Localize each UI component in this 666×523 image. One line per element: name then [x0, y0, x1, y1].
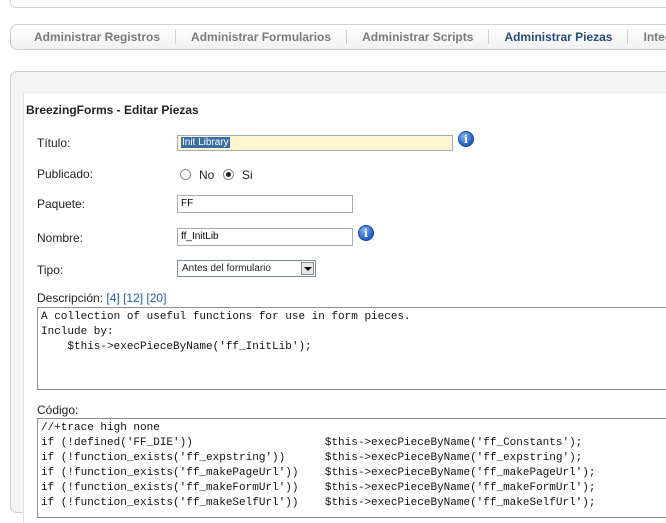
descripcion-size-link-12[interactable]: [12]: [123, 291, 143, 305]
codigo-line: if (!defined('FF_DIE')) $this->execPiece…: [41, 437, 583, 449]
publicado-si-label: Si: [242, 168, 253, 182]
descripcion-label-row: Descripción: [4] [12] [20]: [37, 291, 166, 305]
top-frame: [10, 0, 666, 8]
tipo-select[interactable]: Antes del formulario: [177, 260, 316, 277]
tab-administrar-formularios[interactable]: Administrar Formularios: [176, 30, 348, 44]
descripcion-line: Include by:: [41, 326, 114, 338]
nombre-input-value: ff_InitLib: [181, 231, 219, 242]
nombre-label: Nombre:: [37, 231, 84, 245]
tab-administrar-piezas[interactable]: Administrar Piezas: [489, 30, 629, 44]
nombre-input[interactable]: ff_InitLib: [177, 228, 353, 246]
tipo-label: Tipo:: [37, 263, 64, 277]
paquete-input[interactable]: FF: [177, 195, 353, 213]
tab-integrator[interactable]: Integ: [628, 30, 666, 44]
titulo-info-icon[interactable]: i: [458, 131, 474, 147]
codigo-line: if (!function_exists('ff_expstring')) $t…: [41, 452, 583, 464]
tipo-select-value: Antes del formulario: [182, 263, 271, 274]
descripcion-textarea[interactable]: A collection of useful functions for use…: [37, 307, 666, 390]
descripcion-label: Descripción:: [37, 291, 104, 305]
publicado-label: Publicado:: [37, 167, 94, 181]
codigo-textarea[interactable]: //+trace high none if (!defined('FF_DIE')…: [37, 418, 666, 518]
chevron-down-icon[interactable]: [301, 262, 314, 275]
descripcion-line: A collection of useful functions for use…: [41, 311, 411, 323]
paquete-label: Paquete:: [37, 197, 86, 211]
descripcion-line: $this->execPieceByName('ff_InitLib');: [41, 341, 312, 353]
paquete-input-value: FF: [181, 198, 194, 209]
codigo-line: //+trace high none: [41, 422, 160, 434]
publicado-no-radio[interactable]: [180, 169, 191, 180]
publicado-si-radio[interactable]: [223, 169, 234, 180]
tab-administrar-registros[interactable]: Administrar Registros: [11, 30, 177, 44]
codigo-line: if (!function_exists('ff_makeFormUrl')) …: [41, 482, 596, 494]
codigo-line: if (!function_exists('ff_makeSelfUrl')) …: [41, 497, 596, 509]
titulo-label: Título:: [37, 136, 71, 150]
tab-bar: Administrar Registros Administrar Formul…: [10, 24, 666, 50]
codigo-line: if (!function_exists('ff_makePageUrl')) …: [41, 467, 596, 479]
descripcion-size-link-20[interactable]: [20]: [146, 291, 166, 305]
tab-administrar-scripts[interactable]: Administrar Scripts: [347, 30, 490, 44]
codigo-label: Código:: [37, 403, 79, 417]
page-title: BreezingForms - Editar Piezas: [26, 103, 199, 117]
descripcion-size-link-4[interactable]: [4]: [106, 291, 119, 305]
publicado-no-label: No: [199, 168, 215, 182]
titulo-input[interactable]: Init Library: [177, 135, 453, 151]
nombre-info-icon[interactable]: i: [358, 225, 374, 241]
titulo-input-value: Init Library: [181, 137, 230, 148]
